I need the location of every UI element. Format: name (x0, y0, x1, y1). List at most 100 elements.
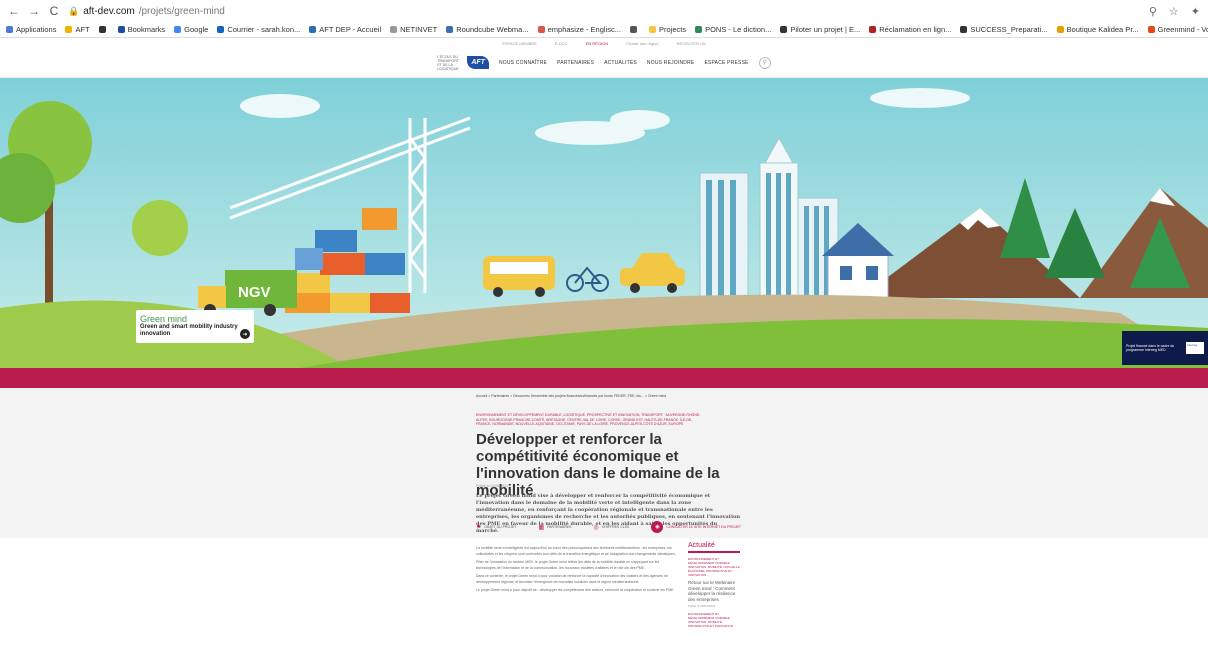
bookmark-favicon-icon (629, 26, 637, 33)
bookmark-favicon-icon (869, 26, 877, 33)
paragraph: Le projet Green mind a pour objectif de … (476, 588, 675, 592)
url-field[interactable]: 🔒 aft-dev.com/projets/green-mind (68, 6, 1141, 17)
bookmark-label: Piloter un projet | E... (790, 25, 861, 34)
back-icon[interactable]: ← (8, 4, 20, 18)
utility-strip: ESPACE MEMBRE E-DOC EN RÉGION Choisir un… (0, 38, 1208, 48)
bookmark-item[interactable]: Projects (648, 25, 687, 34)
bookmark-item[interactable] (629, 26, 640, 33)
bookmark-favicon-icon (98, 26, 106, 33)
sidebar-heading: Actualité (688, 542, 740, 553)
bookmark-label: Roundcube Webma... (456, 25, 529, 34)
news-link[interactable]: Retour sur le Webinaire Green mind : Com… (688, 580, 740, 602)
bookmark-item[interactable]: Réclamation en lign... (869, 25, 951, 34)
paragraph: Pilier de l'innovation du secteur MED, l… (476, 560, 660, 570)
bookmark-favicon-icon (648, 26, 656, 33)
browser-address-bar: ← → C 🔒 aft-dev.com/projets/green-mind ⚲… (0, 0, 1208, 22)
bookmark-label: Applications (16, 25, 57, 34)
action-partenaires[interactable]: ▦ PARTENAIRES (538, 524, 571, 531)
article-text: La mobilité verte et intelligente est au… (476, 546, 676, 597)
aft-logo[interactable]: L'ÉCOLE DU TRANSPORT ET DE LA LOGISTIQUE… (437, 55, 489, 71)
action-label: CONSULTER LE SITE INTERNET DU PROJET (666, 525, 741, 529)
visit-project-site-button[interactable]: ◉ CONSULTER LE SITE INTERNET DU PROJET (651, 521, 741, 533)
bookmark-item[interactable]: Boutique Kalidea Pr... (1056, 25, 1139, 34)
article-body: La mobilité verte et intelligente est au… (0, 538, 1208, 643)
forward-icon[interactable]: → (28, 4, 40, 18)
edoc-link[interactable]: E-DOC (555, 41, 568, 46)
article-header: Accueil > Partenaires > Découvrez l'ense… (0, 388, 1208, 538)
bookmark-favicon-icon (1147, 26, 1155, 33)
bookmark-item[interactable]: NETINVET (390, 25, 437, 34)
news-category: ENVIRONNEMENT ET DÉVELOPPEMENT DURABLE, … (688, 557, 740, 577)
news-sidebar: Actualité ENVIRONNEMENT ET DÉVELOPPEMENT… (688, 542, 740, 631)
url-host: aft-dev.com (83, 5, 135, 17)
truck-ngv-text: NGV (238, 284, 271, 301)
bookmark-item[interactable]: emphasize - Englisc... (537, 25, 621, 34)
nav-item-rejoindre[interactable]: NOUS REJOINDRE (647, 60, 695, 66)
main-nav: L'ÉCOLE DU TRANSPORT ET DE LA LOGISTIQUE… (0, 48, 1208, 78)
news-category: ENVIRONNEMENT ET DÉVELOPPEMENT DURABLE, … (688, 612, 734, 628)
bookmark-label: Google (184, 25, 209, 34)
bookmark-label: SUCCESS_Preparati... (970, 25, 1048, 34)
project-subtitle: Green and smart mobility industry innova… (140, 324, 238, 337)
external-link-icon: ◉ (651, 521, 664, 533)
region-select[interactable]: Choisir une région (626, 41, 658, 46)
action-label: PARTENAIRES (547, 525, 572, 529)
member-space-link[interactable]: ESPACE MEMBRE (502, 41, 537, 46)
paragraph: Dans ce contexte, le projet Green mind a… (476, 574, 668, 584)
nav-item-actualites[interactable]: ACTUALITÉS (604, 60, 637, 66)
partners-icon: ▦ (538, 524, 545, 531)
bookmark-favicon-icon (309, 26, 317, 33)
bookmark-label: Réclamation en lign... (879, 25, 952, 34)
news-date: Publié le 20/04/2021 (688, 604, 716, 608)
action-label: CHIFFRES CLÉS (601, 525, 630, 529)
bookmark-item[interactable]: Courrier - sarah.kon... (217, 25, 300, 34)
bookmark-label: Courrier - sarah.kon... (227, 25, 301, 34)
bookmark-item[interactable]: SUCCESS_Preparati... (960, 25, 1048, 34)
bookmark-favicon-icon (390, 26, 398, 33)
reload-icon[interactable]: C (48, 4, 60, 18)
bookmark-item[interactable]: Applications (6, 25, 56, 34)
action-objet[interactable]: ⚑ OBJET DU PROJET (476, 524, 516, 531)
extension-icon[interactable]: ✦ (1191, 5, 1200, 18)
bookmark-item[interactable]: AFT DEP - Accueil (309, 25, 381, 34)
bookmark-favicon-icon (65, 26, 73, 33)
bookmark-label: AFT (75, 25, 90, 34)
recruit-link[interactable]: RECRUTER UN (677, 41, 706, 46)
bookmark-label: emphasize - Englisc... (547, 25, 621, 34)
bookmark-item[interactable]: Piloter un projet | E... (780, 25, 860, 34)
breadcrumb[interactable]: Accueil > Partenaires > Découvrez l'ense… (476, 394, 676, 399)
star-icon[interactable]: ☆ (1169, 5, 1179, 18)
bookmark-item[interactable]: Google (174, 25, 208, 34)
bookmark-item[interactable]: Greenmind - Voxx +... (1147, 25, 1208, 34)
nav-item-partenaires[interactable]: PARTENAIRES (557, 60, 594, 66)
bookmark-label: Bookmarks (127, 25, 166, 34)
bookmark-label: Boutique Kalidea Pr... (1066, 25, 1139, 34)
publish-date: Publié le 21/05/2021 (476, 484, 508, 488)
bookmarks-bar: Applications AFT Bookmarks Google Courrier -… (0, 22, 1208, 38)
bookmark-item[interactable]: Bookmarks (117, 25, 166, 34)
bookmark-item[interactable]: PONS - Le diction... (695, 25, 771, 34)
arrow-right-icon[interactable]: ➜ (240, 329, 250, 339)
bookmark-item[interactable]: AFT (65, 25, 90, 34)
project-title-card[interactable]: Green mind Green and smart mobility indu… (136, 310, 254, 343)
search-icon[interactable]: ⚲ (758, 56, 771, 69)
bookmark-favicon-icon (695, 26, 703, 33)
action-chiffres[interactable]: ◎ CHIFFRES CLÉS (594, 524, 630, 531)
bookmark-label: Projects (658, 25, 687, 34)
logo-text: AFT (467, 56, 489, 69)
bookmark-label: PONS - Le diction... (705, 25, 772, 34)
interreg-funding-badge: Projet financé dans le cadre du programm… (1122, 331, 1208, 365)
nav-item-connaitre[interactable]: NOUS CONNAÎTRE (499, 60, 547, 66)
hero-banner: NGV Green mind Green and smart mobility … (0, 78, 1208, 368)
bookmark-favicon-icon (446, 26, 454, 33)
nav-item-presse[interactable]: ESPACE PRESSE (704, 60, 748, 66)
action-label: OBJET DU PROJET (484, 525, 517, 529)
project-actions: ⚑ OBJET DU PROJET ▦ PARTENAIRES ◎ CHIFFR… (476, 521, 741, 533)
bookmark-favicon-icon (217, 26, 225, 33)
zoom-icon[interactable]: ⚲ (1149, 5, 1157, 18)
bookmark-item[interactable]: Roundcube Webma... (446, 25, 529, 34)
bookmark-label: AFT DEP - Accueil (319, 25, 382, 34)
bookmark-item[interactable] (98, 26, 109, 33)
region-label: EN RÉGION (585, 40, 609, 46)
bookmark-label: NETINVET (400, 25, 438, 34)
